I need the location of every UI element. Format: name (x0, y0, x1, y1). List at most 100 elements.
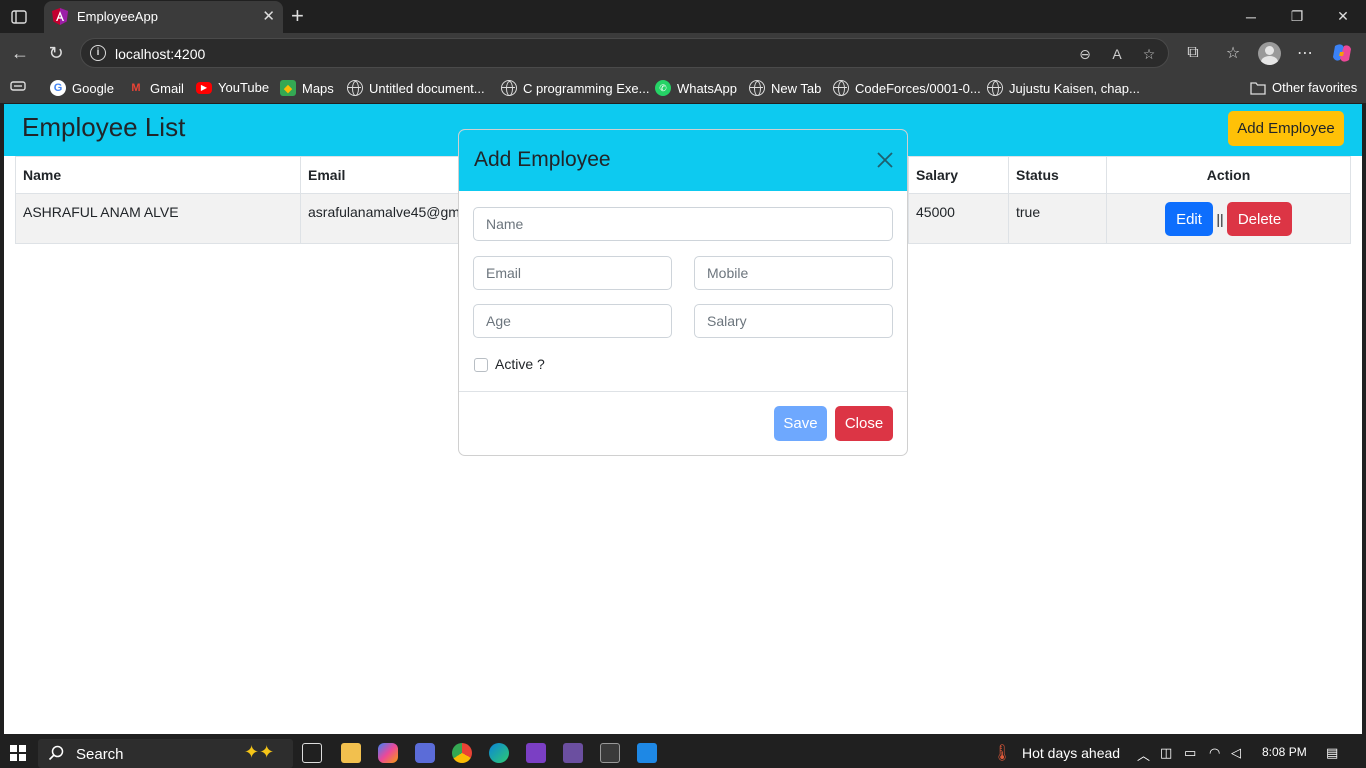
task-view-icon[interactable] (302, 743, 322, 763)
folder-icon (1250, 81, 1266, 95)
delete-button[interactable]: Delete (1227, 202, 1292, 236)
weather-text[interactable]: Hot days ahead (1022, 745, 1120, 761)
cell-status: true (1008, 193, 1107, 244)
bookmark-label: CodeForces/0001-0... (855, 80, 981, 96)
extensions-icon[interactable]: ⧉ (1182, 42, 1204, 64)
bookmark-jujustu-kaisen[interactable]: Jujustu Kaisen, chap... (987, 80, 1140, 96)
globe-icon (749, 80, 765, 96)
address-bar[interactable]: i localhost:4200 ⊖ A ☆ (80, 38, 1169, 68)
age-field[interactable]: Age (473, 304, 672, 338)
action-separator: || (1216, 211, 1224, 227)
angular-icon (52, 8, 68, 25)
taskbar-search[interactable]: Search ✦✦ (38, 739, 293, 768)
browser-toolbar: ← ↻ i localhost:4200 ⊖ A ☆ ⧉ ☆ ⋯ (0, 33, 1366, 73)
vscode-icon[interactable] (637, 743, 657, 763)
site-info-icon[interactable]: i (90, 45, 106, 61)
edge-icon[interactable] (489, 743, 509, 763)
copilot-icon[interactable] (1331, 42, 1353, 64)
tab-strip: EmployeeApp ✕ + ─ ❐ ✕ (0, 0, 1366, 33)
bookmark-label: Jujustu Kaisen, chap... (1009, 80, 1140, 96)
refresh-icon[interactable]: ↻ (44, 41, 68, 65)
page-viewport: Employee List Add Employee Name Email Sa… (4, 104, 1362, 734)
whatsapp-icon: ✆ (655, 80, 671, 96)
other-favorites[interactable]: Other favorites (1250, 80, 1357, 95)
tab-title: EmployeeApp (77, 9, 158, 24)
file-explorer-icon[interactable] (341, 743, 361, 763)
chrome-icon[interactable] (452, 743, 472, 763)
restore-icon[interactable]: ❐ (1274, 0, 1320, 33)
bookmark-untitled-document[interactable]: Untitled document... (347, 80, 485, 96)
browser-tab-employeeapp[interactable]: EmployeeApp ✕ (44, 1, 283, 33)
battery-icon[interactable]: ▭ (1184, 745, 1196, 761)
page-title: Employee List (22, 112, 186, 142)
modal-close-icon[interactable] (875, 150, 895, 170)
windows-taskbar: Search ✦✦ 🌡 Hot days ahead ︿ ◫ ▭ ◠ ◁ 8:0… (0, 738, 1366, 768)
bookmark-maps[interactable]: ◆ Maps (280, 80, 334, 96)
bookmarks-bar: G Google M Gmail ▶ YouTube ◆ Maps Untitl… (0, 73, 1366, 103)
bookmark-label: C programming Exe... (523, 80, 650, 96)
active-checkbox[interactable] (474, 358, 488, 372)
bookmark-new-tab[interactable]: New Tab (749, 80, 821, 96)
terminal-icon[interactable] (563, 743, 583, 763)
maps-icon: ◆ (280, 80, 296, 96)
name-field[interactable]: Name (473, 207, 893, 241)
save-button[interactable]: Save (774, 406, 827, 441)
back-icon[interactable]: ← (8, 41, 32, 65)
bookmark-label: Google (72, 80, 114, 96)
google-icon: G (50, 80, 66, 96)
new-tab-icon[interactable]: + (291, 5, 304, 27)
bookmark-google[interactable]: G Google (50, 80, 114, 96)
copilot-app-icon[interactable] (378, 743, 398, 763)
column-header-action: Action (1106, 156, 1351, 194)
minimize-icon[interactable]: ─ (1228, 0, 1274, 33)
bookmark-c-programming[interactable]: C programming Exe... (501, 80, 649, 96)
volume-icon[interactable]: ◁ (1231, 745, 1241, 761)
profile-avatar[interactable] (1258, 42, 1281, 65)
action-buttons: Edit || Delete (1165, 202, 1292, 236)
add-employee-button[interactable]: Add Employee (1228, 111, 1344, 146)
app-icon-generic[interactable] (415, 743, 435, 763)
favorites-icon[interactable]: ☆ (1222, 42, 1244, 64)
bookmarks-toggle-icon[interactable] (10, 80, 26, 92)
add-employee-modal: Add Employee Name Email Mobile Age Salar… (458, 129, 908, 456)
other-favorites-label: Other favorites (1272, 80, 1358, 95)
email-field[interactable]: Email (473, 256, 672, 290)
more-menu-icon[interactable]: ⋯ (1294, 42, 1316, 64)
bookmark-gmail[interactable]: M Gmail (128, 80, 184, 96)
modal-header: Add Employee (459, 130, 907, 191)
modal-title: Add Employee (474, 148, 611, 171)
camera-icon[interactable]: ◫ (1160, 745, 1172, 761)
cell-salary: 45000 (908, 193, 1009, 244)
gmail-icon: M (131, 82, 141, 94)
salary-field[interactable]: Salary (694, 304, 893, 338)
search-icon (48, 745, 64, 761)
column-header-name: Name (15, 156, 301, 194)
tray-overflow-icon[interactable]: ︿ (1137, 745, 1150, 764)
globe-icon (501, 80, 517, 96)
windows-start-icon[interactable] (10, 745, 26, 761)
active-label: Active ? (495, 356, 545, 372)
visual-studio-icon[interactable] (526, 743, 546, 763)
bookmark-codeforces[interactable]: CodeForces/0001-0... (833, 80, 981, 96)
edit-button[interactable]: Edit (1165, 202, 1213, 236)
mobile-field[interactable]: Mobile (694, 256, 893, 290)
close-button[interactable]: Close (835, 406, 893, 441)
notifications-icon[interactable]: ▤ (1326, 745, 1338, 761)
read-aloud-icon[interactable]: A (1107, 44, 1127, 64)
zoom-icon[interactable]: ⊖ (1075, 44, 1095, 64)
search-label: Search (76, 746, 124, 763)
favorite-star-icon[interactable]: ☆ (1139, 44, 1159, 64)
globe-icon (833, 80, 849, 96)
column-header-status: Status (1008, 156, 1107, 194)
column-header-salary: Salary (908, 156, 1009, 194)
bookmark-youtube[interactable]: ▶ YouTube (196, 80, 269, 95)
bookmark-label: Untitled document... (369, 80, 485, 96)
bookmark-whatsapp[interactable]: ✆ WhatsApp (655, 80, 737, 96)
wifi-icon[interactable]: ◠ (1209, 745, 1220, 761)
tab-actions-icon[interactable] (8, 6, 30, 28)
bookmark-label: WhatsApp (677, 80, 737, 96)
command-prompt-icon[interactable] (600, 743, 620, 763)
window-close-icon[interactable]: ✕ (1320, 0, 1366, 33)
clock[interactable]: 8:08 PM (1262, 745, 1307, 759)
tab-close-icon[interactable]: ✕ (262, 9, 275, 24)
